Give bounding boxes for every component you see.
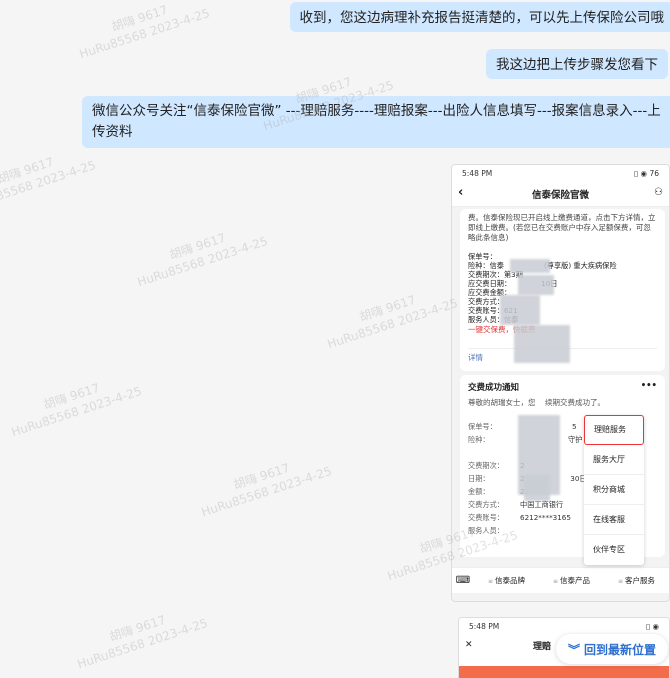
field-line-prefix: 险种：信泰 — [468, 261, 504, 270]
watermark-line: HuRu85568 2023-4-25 — [199, 463, 334, 520]
message-bubble-3: 微信公众号关注“信泰保险官微” ---理赔服务----理赔报案---出险人信息填… — [82, 96, 670, 148]
watermark: 胡嗨 9617 HuRu85568 2023-4-25 — [70, 600, 210, 672]
watermark: 胡嗨 9617 HuRu85568 2023-4-25 — [130, 218, 270, 290]
watermark-line: 胡嗨 9617 — [0, 154, 56, 187]
watermark-line: HuRu85568 2023-4-25 — [9, 383, 144, 440]
menu-item-service-hall[interactable]: 服务大厅 — [584, 445, 644, 475]
row-key: 保单号： — [468, 422, 497, 431]
status-time: 5:48 PM — [469, 621, 500, 631]
mosaic-blur — [510, 259, 550, 273]
card-subtitle: 尊敬的胡瑞女士，您 续期交费成功了。 — [468, 397, 657, 408]
payment-reminder-card: 费。信泰保险现已开启线上缴费通道，点击下方详情，立即线上缴费。(若您已在交费账户… — [460, 209, 665, 371]
watermark-line: 胡嗨 9617 — [107, 612, 168, 645]
field-line: 交费账号：621 — [468, 306, 518, 315]
field-line: 交费方式： — [468, 297, 504, 306]
message-bubble-1: 收到，您这边病理补充报告挺清楚的，可以先上传保险公司哦 — [289, 2, 670, 32]
battery-icon: ▯ ◉ — [645, 621, 659, 631]
field-line: 保单号： — [468, 252, 497, 261]
mosaic-blur — [514, 325, 570, 363]
message-bubble-2: 我这边把上传步骤发您看下 — [486, 49, 668, 79]
watermark: 胡嗨 9617 HuRu85568 2023-4-25 — [194, 448, 334, 520]
menu-item-points-mall[interactable]: 积分商城 — [584, 475, 644, 505]
field-line: 服务人员：信泰 — [468, 315, 519, 324]
row-key: 金额： — [468, 487, 490, 496]
row-key: 日期： — [468, 474, 490, 483]
row-key: 交费账号： — [468, 513, 504, 522]
field-line-prefix: 应交费日期： — [468, 279, 512, 288]
field-line: 应交费金额： — [468, 288, 512, 297]
menu-item-online-service[interactable]: 在线客服 — [584, 505, 644, 535]
account-navbar: ‹ 信泰保险官微 ⚇ — [452, 181, 669, 207]
orange-banner — [459, 666, 669, 678]
close-icon: ✕ — [465, 640, 473, 650]
watermark-line: HuRu85568 2023-4-25 — [325, 295, 460, 352]
watermark-line: HuRu85568 2023-4-25 — [75, 615, 210, 672]
card-title: 交费成功通知 — [468, 383, 520, 393]
field-line: 应交费日期：10日 — [468, 279, 657, 288]
row-key: 交费方式： — [468, 500, 504, 509]
tab-customer-service: 客户服务 — [604, 575, 669, 586]
field-line-suffix: (尊享版) 重大疾病保险 — [543, 261, 617, 270]
scroll-to-newest-label: 回到最新位置 — [584, 642, 657, 657]
watermark-line: 胡嗨 9617 — [167, 230, 228, 263]
mosaic-blur — [500, 295, 540, 325]
watermark-line: 胡嗨 9617 — [357, 292, 418, 325]
row-value: 6212****3165 — [520, 513, 571, 522]
tab-products: 信泰产品 — [539, 575, 604, 586]
row-value: 5 — [572, 422, 577, 431]
card-intro: 费。信泰保险现已开启线上缴费通道，点击下方详情，立即线上缴费。(若您已在交费账户… — [468, 213, 656, 242]
field-line: 交费期次：第3期 — [468, 270, 523, 279]
subtitle-right: 续期交费成功了。 — [545, 398, 606, 407]
account-title: 信泰保险官微 — [531, 189, 589, 201]
watermark-line: HuRu85568 2023-4-25 — [0, 157, 98, 214]
mosaic-blur — [518, 275, 554, 295]
row-key: 服务人员： — [468, 526, 504, 535]
watermark-line: 胡嗨 9617 — [231, 460, 292, 493]
watermark-line: HuRu85568 2023-4-25 — [77, 5, 212, 62]
more-icon: ••• — [640, 381, 657, 391]
status-bar: 5:48 PM ▯ ◉ 76 — [452, 165, 669, 181]
double-chevron-down-icon: ︾ — [567, 642, 580, 657]
claims-title: 理赔 — [533, 641, 552, 652]
user-icon: ⚇ — [654, 187, 663, 198]
watermark-line: 胡嗨 9617 — [109, 2, 170, 35]
battery-icon: ▯ ◉ 76 — [634, 168, 659, 178]
detail-link: 详情 — [468, 353, 483, 362]
back-icon: ‹ — [458, 185, 464, 200]
watermark-line: 胡嗨 9617 — [41, 380, 102, 413]
keyboard-icon: ⌨ — [455, 575, 471, 586]
row-key: 险种： — [468, 435, 490, 444]
battery-level: 76 — [649, 168, 659, 178]
watermark-line: HuRu85568 2023-4-25 — [135, 233, 270, 290]
watermark: 胡嗨 9617 HuRu85568 2023-4-25 — [320, 280, 460, 352]
screenshot-image[interactable]: 5:48 PM ▯ ◉ 76 ‹ 信泰保险官微 ⚇ 费。信泰保险现已开启线上缴费… — [451, 164, 670, 602]
menu-item-partner-zone[interactable]: 伙伴专区 — [584, 535, 644, 565]
row-key: 交费期次： — [468, 461, 504, 470]
account-menu-bar: ⌨ 信泰品牌 信泰产品 客户服务 — [452, 567, 669, 593]
status-time: 5:48 PM — [462, 168, 493, 178]
row-value: 守护 — [568, 435, 583, 444]
mosaic-blur — [524, 475, 550, 501]
menu-popup: 理赔服务 服务大厅 积分商城 在线客服 伙伴专区 — [584, 415, 644, 565]
watermark: 胡嗨 9617 HuRu85568 2023-4-25 — [4, 368, 144, 440]
watermark: 胡嗨 9617 HuRu85568 2023-4-25 — [0, 142, 98, 214]
menu-item-claims[interactable]: 理赔服务 — [584, 415, 644, 445]
scroll-to-newest-button[interactable]: ︾ 回到最新位置 — [556, 634, 668, 664]
subtitle-left: 尊敬的胡瑞女士，您 — [468, 398, 536, 407]
tab-brand: 信泰品牌 — [474, 575, 539, 586]
watermark: 胡嗨 9617 HuRu85568 2023-4-25 — [72, 0, 212, 62]
status-bar: 5:48 PM ▯ ◉ — [459, 618, 669, 634]
row-key — [468, 446, 506, 459]
field-line: 险种：信泰 (尊享版) 重大疾病保险 — [468, 261, 657, 270]
